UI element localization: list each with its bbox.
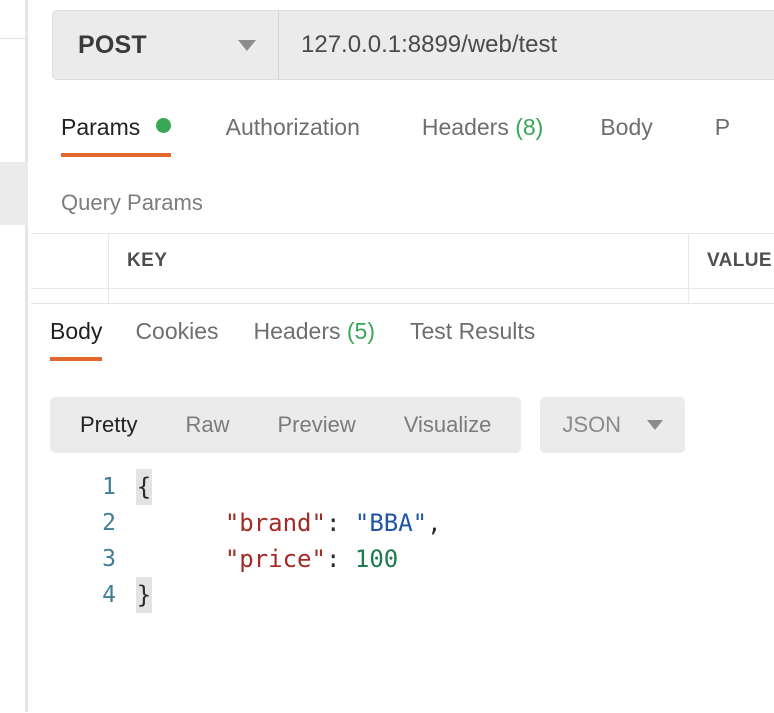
code-fold-marker[interactable]: } xyxy=(136,577,152,613)
format-option-group: Pretty Raw Preview Visualize xyxy=(50,397,522,453)
tab-params[interactable]: Params xyxy=(61,108,171,157)
params-modified-dot-icon xyxy=(155,118,171,133)
response-tab-headers-count: (5) xyxy=(346,318,375,344)
left-sidebar-rail xyxy=(0,0,28,712)
response-language-label: JSON xyxy=(562,412,622,437)
format-visualize-button[interactable]: Visualize xyxy=(380,412,516,438)
http-method-select[interactable]: POST xyxy=(53,11,279,79)
format-raw-button[interactable]: Raw xyxy=(161,412,253,438)
request-url-bar: POST 127.0.0.1:8899/web/test xyxy=(52,10,774,80)
response-tab-cookies-label: Cookies xyxy=(135,318,219,344)
code-line-text: "brand": "BBA", xyxy=(224,509,442,537)
column-header-key: KEY xyxy=(109,234,689,288)
tab-pre-request-script[interactable]: P xyxy=(715,108,730,157)
code-line-text: "price": 100 xyxy=(224,545,399,573)
active-tab-underline xyxy=(61,153,171,157)
format-preview-button[interactable]: Preview xyxy=(253,412,379,438)
query-params-heading: Query Params xyxy=(61,190,203,215)
response-language-select[interactable]: JSON xyxy=(540,397,686,453)
tab-headers-count: (8) xyxy=(515,114,544,140)
tab-pre-request-script-label: P xyxy=(714,114,731,140)
tab-body-label: Body xyxy=(600,114,653,140)
table-header-row: KEY VALUE xyxy=(31,234,774,289)
tab-headers[interactable]: Headers (8) xyxy=(422,108,543,157)
sidebar-active-item[interactable] xyxy=(0,162,28,225)
code-line: 2 "brand": "BBA", xyxy=(31,505,774,541)
sidebar-divider xyxy=(0,38,28,39)
chevron-down-icon xyxy=(238,39,256,51)
select-all-checkbox-cell[interactable] xyxy=(31,234,109,288)
tab-headers-label: Headers xyxy=(421,114,509,140)
column-header-value: VALUE xyxy=(689,234,774,288)
code-line: 4 } xyxy=(31,577,774,613)
column-header-key-label: KEY xyxy=(127,250,168,271)
tab-body[interactable]: Body xyxy=(600,108,652,157)
response-tab-test-results-label: Test Results xyxy=(410,318,536,344)
code-line: 1 { xyxy=(31,469,774,505)
response-tab-cookies[interactable]: Cookies xyxy=(135,312,218,361)
column-header-value-label: VALUE xyxy=(707,250,772,271)
http-method-label: POST xyxy=(78,30,147,59)
response-body-code-viewer[interactable]: 1 { 2 "brand": "BBA", 3 "price": 100 4 } xyxy=(31,469,774,613)
request-tab-bar: Params Authorization Headers (8) Body P xyxy=(31,108,774,164)
response-tab-test-results[interactable]: Test Results xyxy=(410,312,535,361)
chevron-down-icon xyxy=(647,420,664,430)
response-tab-body-label: Body xyxy=(50,318,103,344)
response-tab-headers[interactable]: Headers (5) xyxy=(254,312,375,361)
tab-authorization[interactable]: Authorization xyxy=(226,108,360,157)
tab-params-label: Params xyxy=(61,114,141,140)
active-tab-underline xyxy=(50,357,103,361)
url-input[interactable]: 127.0.0.1:8899/web/test xyxy=(279,11,774,79)
line-number: 3 xyxy=(102,546,116,572)
line-number: 4 xyxy=(102,582,116,608)
line-number: 2 xyxy=(102,510,116,536)
response-format-toolbar: Pretty Raw Preview Visualize JSON xyxy=(50,397,686,453)
response-tab-body[interactable]: Body xyxy=(50,312,103,361)
response-tab-bar: Body Cookies Headers (5) Test Results xyxy=(31,312,535,361)
code-fold-marker[interactable]: { xyxy=(136,469,152,505)
response-pane: Body Cookies Headers (5) Test Results Pr… xyxy=(31,303,774,713)
format-pretty-button[interactable]: Pretty xyxy=(56,412,161,438)
tab-authorization-label: Authorization xyxy=(225,114,360,140)
code-line: 3 "price": 100 xyxy=(31,541,774,577)
line-number: 1 xyxy=(102,474,116,500)
request-response-pane: POST 127.0.0.1:8899/web/test Params Auth… xyxy=(31,0,774,713)
response-tab-headers-label: Headers xyxy=(253,318,341,344)
url-text: 127.0.0.1:8899/web/test xyxy=(301,31,558,58)
